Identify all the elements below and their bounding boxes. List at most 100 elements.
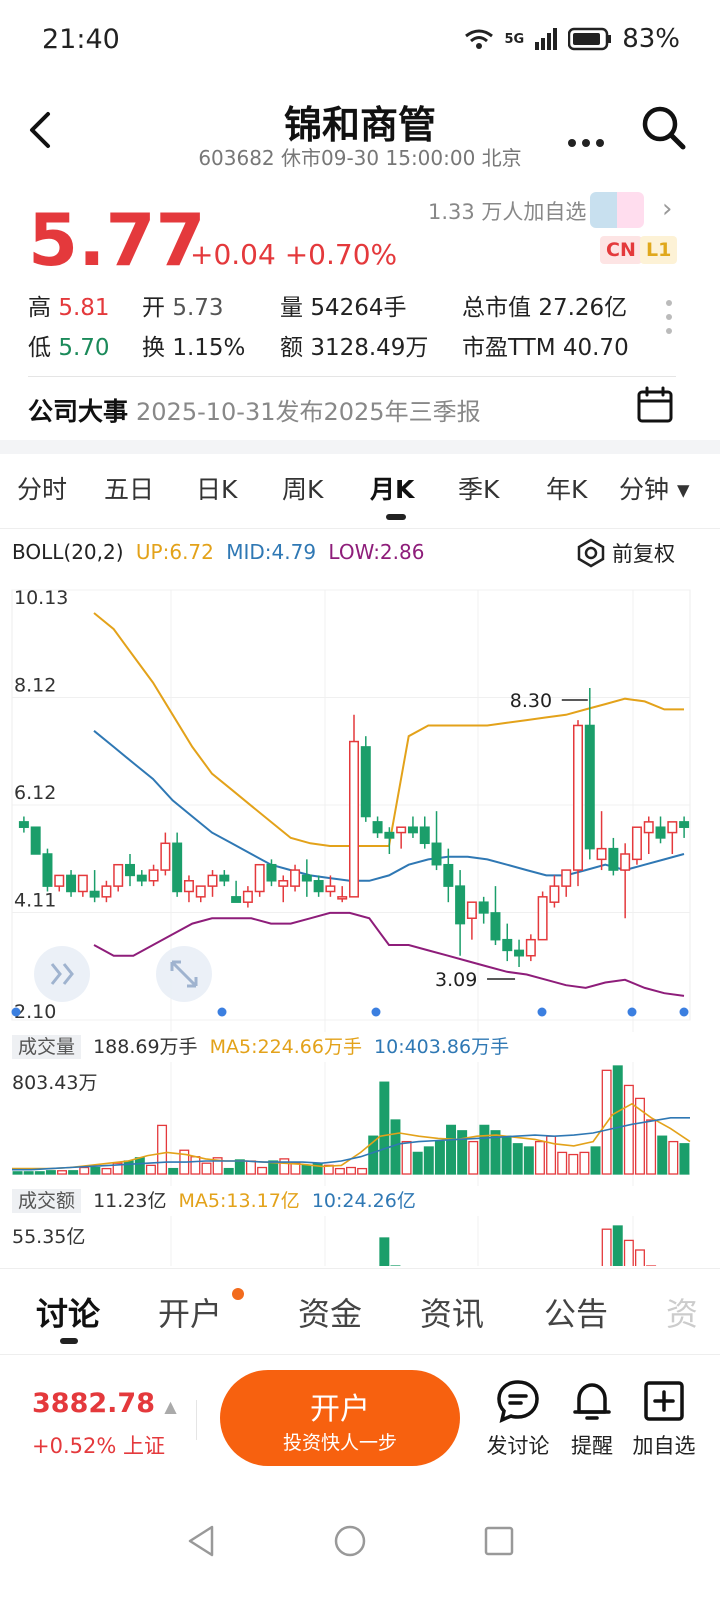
volume-bar	[557, 1151, 568, 1175]
tab-year-k[interactable]: 年K	[546, 470, 587, 506]
nav-home-icon[interactable]	[333, 1524, 367, 1558]
boll-name: BOLL(20,2)	[12, 540, 124, 564]
candle-body	[18, 821, 29, 828]
index-value[interactable]: 3882.78 ▲	[32, 1388, 177, 1419]
candle-body	[360, 746, 371, 818]
candle-body	[89, 890, 100, 898]
candle-body	[549, 885, 560, 903]
candle-body	[313, 880, 324, 893]
candle-body	[54, 874, 65, 887]
followers-count[interactable]: 1.33 万人加自选	[428, 196, 586, 226]
expand-stats-icon[interactable]	[666, 300, 672, 342]
kline-chart[interactable]: 10.138.126.124.112.108.303.09	[0, 576, 720, 1266]
stat-open-value: 5.73	[172, 295, 224, 321]
amount-value: 11.23亿	[93, 1190, 167, 1212]
stat-pe: 市盈TTM 40.70	[462, 335, 629, 361]
chevron-right-icon[interactable]: ›	[662, 194, 672, 224]
more-button[interactable]	[566, 118, 606, 158]
status-icons: 5G 83%	[464, 24, 680, 54]
nav-recents-icon[interactable]	[482, 1524, 516, 1558]
volume-bar	[590, 1146, 601, 1175]
event-dot	[11, 1007, 21, 1017]
amount-legend: 成交额 11.23亿 MA5:13.17亿 10:24.26亿	[12, 1186, 712, 1216]
tab-day-k[interactable]: 日K	[196, 470, 237, 506]
tab-announcements[interactable]: 公告	[544, 1289, 608, 1335]
volume-bar	[279, 1158, 290, 1175]
candle-body	[172, 842, 183, 893]
tab-discussion[interactable]: 讨论	[36, 1289, 100, 1335]
candle-body	[502, 938, 513, 952]
tab-minute-dropdown[interactable]: 分钟 ▾	[619, 470, 690, 506]
battery-icon	[568, 27, 612, 51]
price-change: +0.04 +0.70%	[190, 238, 398, 271]
volume-bar	[401, 1140, 412, 1175]
volume-bar	[168, 1167, 179, 1175]
stat-market-cap-value: 27.26亿	[538, 295, 628, 321]
content-tabs: 讨论 开户 资金 资讯 公告 资	[0, 1268, 720, 1353]
volume-bar	[68, 1170, 79, 1175]
volume-bar	[201, 1162, 212, 1175]
open-account-button[interactable]: 开户 投资快人一步	[220, 1370, 460, 1466]
volume-bar	[646, 1119, 657, 1175]
candle-body	[525, 938, 536, 957]
amount-label: 成交额	[12, 1189, 82, 1213]
stat-low-value: 5.70	[58, 335, 110, 361]
stat-turnover-value: 1.15%	[172, 335, 246, 361]
stock-name: 锦和商管	[283, 103, 436, 147]
volume-ma10: 10:403.86万手	[374, 1036, 510, 1058]
nav-back-icon[interactable]	[184, 1524, 218, 1558]
expand-left-button[interactable]	[34, 946, 90, 1002]
volume-bar	[45, 1170, 56, 1175]
candle-body	[278, 880, 289, 887]
tab-quarter-k[interactable]: 季K	[458, 470, 499, 506]
tab-fenshi[interactable]: 分时	[17, 470, 67, 506]
event-dot	[679, 1007, 689, 1017]
stat-pe-value: 40.70	[562, 335, 629, 361]
volume-bar	[134, 1157, 145, 1175]
amount-ma5: MA5:13.17亿	[178, 1190, 300, 1212]
boll-low-value: LOW:2.86	[328, 540, 425, 564]
tab-news[interactable]: 资讯	[420, 1289, 484, 1335]
tab-month-k[interactable]: 月K	[370, 470, 414, 506]
company-event[interactable]: 公司大事 2025-10-31发布2025年三季报	[28, 392, 481, 428]
volume-bar	[579, 1151, 590, 1175]
stat-turnover: 换 1.15%	[142, 335, 246, 361]
candle-body	[620, 853, 631, 871]
post-discussion-button[interactable]: 发讨论	[478, 1378, 558, 1460]
volume-bar	[523, 1146, 534, 1175]
event-dot	[217, 1007, 227, 1017]
search-button[interactable]	[640, 104, 688, 156]
candle-body	[30, 826, 41, 855]
candle-body	[537, 896, 548, 941]
last-price: 5.77	[28, 198, 206, 282]
volume-bar	[379, 1081, 390, 1175]
tab-open-account[interactable]: 开户	[158, 1289, 222, 1335]
divider	[196, 1400, 197, 1440]
volume-bar	[668, 1140, 679, 1175]
candle-body	[466, 901, 477, 920]
volume-bar	[234, 1159, 245, 1175]
volume-label: 成交量	[12, 1035, 82, 1059]
volume-bar	[479, 1124, 490, 1175]
follower-avatars[interactable]	[590, 192, 644, 228]
tab-5day[interactable]: 五日	[104, 470, 154, 506]
calendar-button[interactable]	[636, 386, 674, 428]
alert-button[interactable]: 提醒	[552, 1378, 632, 1460]
volume-bar	[34, 1171, 45, 1175]
add-watchlist-button[interactable]: 加自选	[624, 1378, 704, 1460]
tab-funds[interactable]: 资金	[298, 1289, 362, 1335]
event-dot	[537, 1007, 547, 1017]
fullscreen-button[interactable]	[156, 946, 212, 1002]
candle-body	[183, 880, 194, 893]
search-icon	[642, 106, 686, 150]
amount-bar	[623, 1239, 634, 1266]
stock-header: 锦和商管 603682 休市09-30 15:00:00 北京	[0, 84, 720, 174]
tab-more[interactable]: 资	[666, 1289, 698, 1335]
tab-week-k[interactable]: 周K	[282, 470, 323, 506]
candle-body	[242, 890, 253, 903]
adjust-button[interactable]: 前复权	[576, 538, 675, 568]
candle-body	[290, 869, 301, 887]
boll-mid-line	[93, 730, 685, 882]
amount-ma10: 10:24.26亿	[311, 1190, 416, 1212]
candle-body	[561, 869, 572, 887]
